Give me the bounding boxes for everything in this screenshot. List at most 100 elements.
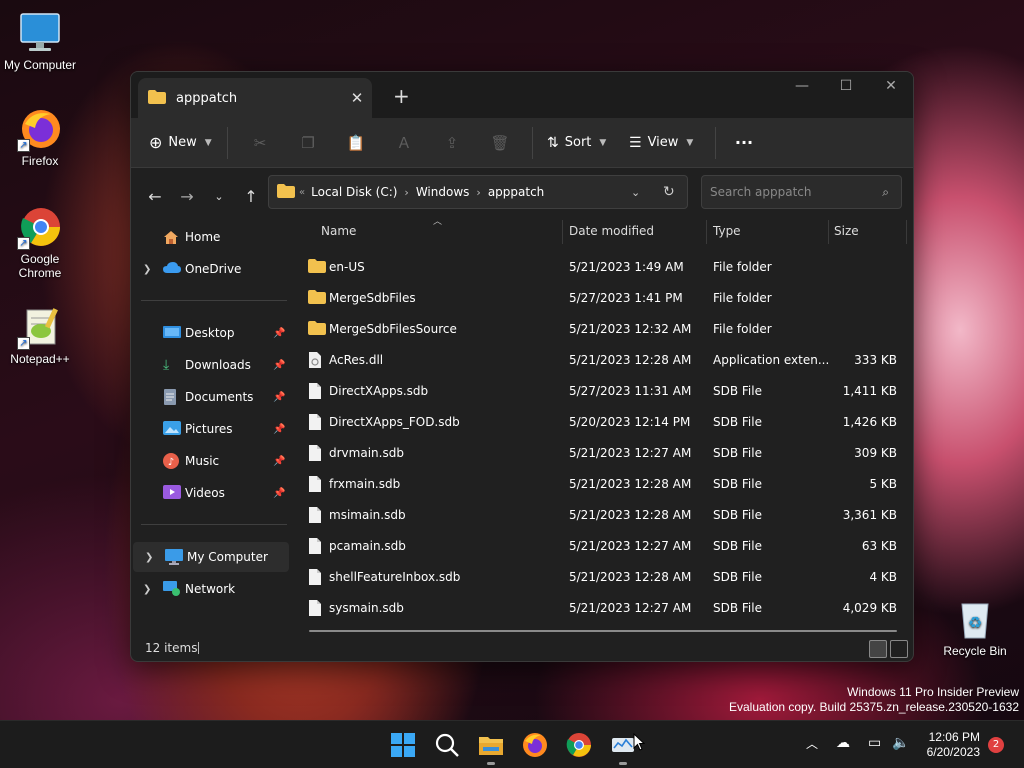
desktop-icon-recycle-bin[interactable]: ♻ Recycle Bin <box>935 596 1015 658</box>
new-tab-button[interactable]: + <box>393 84 410 108</box>
table-row[interactable]: en-US 5/21/2023 1:49 AM File folder <box>307 252 907 282</box>
breadcrumb-windows[interactable]: Windows <box>416 185 470 199</box>
sidebar-item-desktop[interactable]: Desktop 📌 <box>131 318 287 348</box>
desktop-icon-my-computer[interactable]: My Computer <box>0 10 80 72</box>
up-arrow-icon[interactable]: ↑ <box>235 187 267 206</box>
sidebar-item-onedrive[interactable]: ❯ OneDrive <box>131 254 287 284</box>
chevron-right-icon[interactable]: › <box>476 186 480 199</box>
address-dropdown-icon[interactable]: ⌄ <box>631 186 640 199</box>
firefox-taskbar-icon[interactable] <box>521 731 549 759</box>
chevron-down-icon: ▼ <box>599 137 607 148</box>
column-header-date[interactable]: Date modified <box>569 224 654 238</box>
desktop-icon-chrome[interactable]: ↗ Google Chrome <box>0 204 80 280</box>
column-divider[interactable] <box>828 220 829 244</box>
folder-icon <box>308 259 326 276</box>
rename-icon[interactable]: Ａ <box>380 128 428 158</box>
chrome-taskbar-icon[interactable] <box>565 731 593 759</box>
sidebar-divider <box>141 300 287 301</box>
file-type: SDB File <box>713 415 762 429</box>
search-box[interactable]: Search apppatch ⌕ <box>701 175 902 209</box>
desktop-icon-notepadpp[interactable]: ↗ Notepad++ <box>0 304 80 366</box>
column-header-name[interactable]: Name <box>321 224 356 238</box>
tiles-view-toggle[interactable] <box>890 640 908 658</box>
show-hidden-icons-chevron-icon[interactable]: ︿ <box>806 735 818 752</box>
clock-date: 6/20/2023 <box>926 745 980 759</box>
sidebar-item-pictures[interactable]: Pictures 📌 <box>131 414 287 444</box>
view-button[interactable]: ☰ View ▼ <box>623 135 707 151</box>
folder-icon <box>277 183 295 201</box>
table-row[interactable]: msimain.sdb 5/21/2023 12:28 AM SDB File 3,3… <box>307 500 907 530</box>
cloud-icon <box>163 261 181 277</box>
expand-chevron-icon[interactable]: ❯ <box>143 264 151 275</box>
search-icon[interactable] <box>433 731 461 759</box>
pin-icon[interactable]: 📌 <box>273 392 285 403</box>
column-divider[interactable] <box>906 220 907 244</box>
onedrive-offline-icon[interactable]: ☁ <box>836 735 850 751</box>
desktop-icon-label: My Computer <box>3 58 77 72</box>
volume-icon[interactable]: 🔈 <box>892 735 909 751</box>
column-divider[interactable] <box>706 220 707 244</box>
network-status-icon[interactable]: ▭ <box>868 735 881 751</box>
sidebar-item-music[interactable]: ♪ Music 📌 <box>131 446 287 476</box>
taskbar: ︿ ☁ ▭ 🔈 12:06 PM 6/20/2023 2 <box>0 720 1024 768</box>
refresh-icon[interactable]: ↻ <box>663 184 675 200</box>
share-icon[interactable]: ⇪ <box>428 128 476 158</box>
table-row[interactable]: frxmain.sdb 5/21/2023 12:28 AM SDB File 5 K… <box>307 469 907 499</box>
notification-badge[interactable]: 2 <box>988 737 1004 753</box>
file-explorer-taskbar-icon[interactable] <box>477 731 505 759</box>
start-button[interactable] <box>389 731 417 759</box>
table-row[interactable]: shellFeatureInbox.sdb 5/21/2023 12:28 AM S… <box>307 562 907 592</box>
column-header-type[interactable]: Type <box>713 224 741 238</box>
copy-icon[interactable]: ❐ <box>284 128 332 158</box>
table-row[interactable]: MergeSdbFiles 5/27/2023 1:41 PM File folde… <box>307 283 907 313</box>
maximize-button[interactable]: ☐ <box>823 78 869 94</box>
pin-icon[interactable]: 📌 <box>273 456 285 467</box>
delete-icon[interactable]: 🗑 <box>476 128 524 158</box>
tab-apppatch[interactable]: apppatch ✕ <box>138 78 372 118</box>
recent-locations-chevron-icon[interactable]: ⌄ <box>203 190 235 203</box>
more-options-button[interactable]: ··· <box>724 133 764 152</box>
pin-icon[interactable]: 📌 <box>273 424 285 435</box>
paste-icon[interactable]: 📋 <box>332 128 380 158</box>
table-row[interactable]: pcamain.sdb 5/21/2023 12:27 AM SDB File 63 … <box>307 531 907 561</box>
table-row[interactable]: drvmain.sdb 5/21/2023 12:27 AM SDB File 309… <box>307 438 907 468</box>
address-bar[interactable]: « Local Disk (C:) › Windows › apppatch ⌄… <box>268 175 688 209</box>
column-divider[interactable] <box>562 220 563 244</box>
table-row[interactable]: MergeSdbFilesSource 5/21/2023 12:32 AM Fil… <box>307 314 907 344</box>
sidebar-item-home[interactable]: Home <box>131 222 287 252</box>
horizontal-scrollbar[interactable] <box>309 630 897 632</box>
file-date: 5/21/2023 12:32 AM <box>569 322 692 336</box>
new-button[interactable]: ⊕ New ▼ <box>149 133 219 152</box>
table-row[interactable]: DirectXApps_FOD.sdb 5/20/2023 12:14 PM SDB… <box>307 407 907 437</box>
details-view-toggle[interactable] <box>869 640 887 658</box>
monitor-icon <box>17 10 63 56</box>
cut-icon[interactable]: ✂ <box>236 128 284 158</box>
expand-chevron-icon[interactable]: ❯ <box>143 584 151 595</box>
close-tab-icon[interactable]: ✕ <box>342 89 372 107</box>
chevron-right-icon[interactable]: › <box>404 186 408 199</box>
sidebar-item-my-computer[interactable]: ❯ My Computer <box>133 542 289 572</box>
forward-arrow-icon[interactable]: → <box>171 187 203 206</box>
table-row[interactable]: DirectXApps.sdb 5/27/2023 11:31 AM SDB Fil… <box>307 376 907 406</box>
expand-chevron-icon[interactable]: ❯ <box>145 552 153 563</box>
back-arrow-icon[interactable]: ← <box>139 187 171 206</box>
sort-button[interactable]: ⇅ Sort ▼ <box>541 135 623 151</box>
table-row[interactable]: sysmain.sdb 5/21/2023 12:27 AM SDB File 4,0… <box>307 593 907 623</box>
breadcrumb-local-disk[interactable]: Local Disk (C:) <box>311 185 397 199</box>
pin-icon[interactable]: 📌 <box>273 488 285 499</box>
search-icon[interactable]: ⌕ <box>882 185 889 200</box>
overflow-breadcrumb-icon[interactable]: « <box>299 187 305 198</box>
sidebar-item-downloads[interactable]: ⤓ Downloads 📌 <box>131 350 287 380</box>
pin-icon[interactable]: 📌 <box>273 360 285 371</box>
minimize-button[interactable]: — <box>779 78 825 94</box>
breadcrumb-apppatch[interactable]: apppatch <box>488 185 544 199</box>
system-clock[interactable]: 12:06 PM 6/20/2023 <box>927 730 980 760</box>
sidebar-item-videos[interactable]: Videos 📌 <box>131 478 287 508</box>
column-header-size[interactable]: Size <box>834 224 859 238</box>
desktop-icon-firefox[interactable]: ↗ Firefox <box>0 106 80 168</box>
pin-icon[interactable]: 📌 <box>273 328 285 339</box>
close-window-button[interactable]: ✕ <box>868 78 913 94</box>
sidebar-item-network[interactable]: ❯ Network <box>131 574 287 604</box>
sidebar-item-documents[interactable]: Documents 📌 <box>131 382 287 412</box>
table-row[interactable]: AcRes.dll 5/21/2023 12:28 AM Application e… <box>307 345 907 375</box>
